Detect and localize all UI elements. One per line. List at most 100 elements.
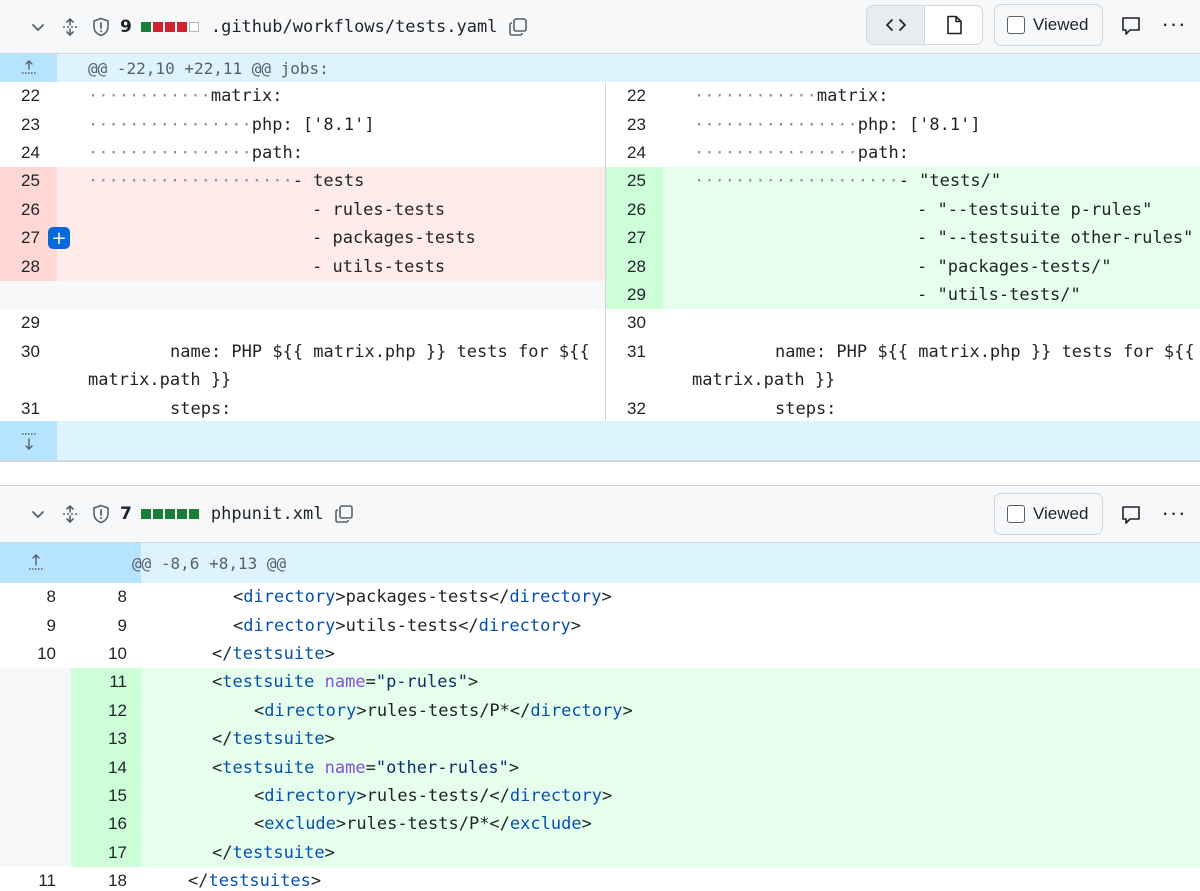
- new-line-number[interactable]: 16: [71, 810, 141, 839]
- expand-up-icon[interactable]: [0, 54, 57, 82]
- old-line-number[interactable]: [0, 810, 71, 839]
- line-number[interactable]: 27: [606, 224, 663, 253]
- copy-icon[interactable]: [333, 503, 355, 525]
- new-line-number[interactable]: 8: [71, 583, 141, 611]
- code-view-button[interactable]: [867, 6, 924, 44]
- hunk-range: @@ -8,6 +8,13 @@: [132, 553, 287, 573]
- old-line-number[interactable]: [0, 696, 71, 725]
- diff-row-context: 8 8 <directory>packages-tests</directory>: [0, 583, 1200, 611]
- viewed-button[interactable]: Viewed: [994, 493, 1103, 535]
- shield-icon: [90, 503, 112, 525]
- code-line: - "--testsuite p-rules": [663, 195, 1200, 224]
- add-comment-button[interactable]: +: [48, 227, 70, 249]
- diff-row-right: 32 steps:: [606, 394, 1200, 422]
- kebab-menu-icon[interactable]: ···: [1160, 500, 1188, 525]
- new-line-number[interactable]: 13: [71, 725, 141, 754]
- code-line: <exclude>rules-tests/P*</exclude>: [141, 810, 1200, 839]
- diff-row-right: matrix.path }}: [606, 366, 1200, 394]
- new-line-number[interactable]: 18: [71, 867, 141, 891]
- line-number[interactable]: 26: [0, 195, 57, 224]
- line-number[interactable]: 29: [0, 309, 57, 337]
- file-icon: [946, 15, 962, 35]
- old-line-number[interactable]: 9: [0, 611, 71, 639]
- old-line-number[interactable]: 10: [0, 640, 71, 668]
- old-line-number[interactable]: 11: [0, 867, 71, 891]
- file-name[interactable]: .github/workflows/tests.yaml: [211, 17, 498, 37]
- line-number[interactable]: [0, 366, 57, 394]
- new-line-number[interactable]: 14: [71, 753, 141, 782]
- old-line-number[interactable]: [0, 725, 71, 754]
- line-number[interactable]: 24: [606, 139, 663, 167]
- old-line-number[interactable]: [0, 781, 71, 811]
- file-name[interactable]: phpunit.xml: [211, 504, 324, 524]
- viewed-button[interactable]: Viewed: [994, 4, 1103, 46]
- new-line-number[interactable]: 10: [71, 640, 141, 668]
- line-number[interactable]: 30: [606, 309, 663, 337]
- code-line: - "utils-tests/": [663, 280, 1200, 310]
- chevron-down-icon[interactable]: [27, 16, 49, 38]
- kebab-menu-icon[interactable]: ···: [1160, 11, 1188, 36]
- new-line-number[interactable]: 17: [71, 838, 141, 867]
- line-number[interactable]: 28: [0, 252, 57, 281]
- viewed-checkbox[interactable]: [1007, 16, 1025, 34]
- code-icon: [885, 19, 906, 31]
- code-line: </testsuites>: [188, 871, 322, 891]
- line-number[interactable]: 23: [0, 110, 57, 138]
- diff-row-left: 26- rules-tests: [0, 195, 605, 224]
- diff-row-added: 11 <testsuite name="p-rules">: [0, 668, 1200, 697]
- diff-row-right: 26- "--testsuite p-rules": [606, 195, 1200, 224]
- code-line: <testsuite name="other-rules">: [141, 753, 1200, 782]
- expand-all-icon[interactable]: [59, 503, 81, 525]
- code-line: ················ php: ['8.1']: [694, 114, 981, 135]
- new-line-number[interactable]: 11: [71, 668, 141, 697]
- old-line-number[interactable]: [0, 838, 71, 867]
- diff-row-right: 28- "packages-tests/": [606, 252, 1200, 281]
- code-line: name: PHP ${{ matrix.php }} tests for ${…: [170, 341, 590, 362]
- new-line-number[interactable]: 15: [71, 781, 141, 811]
- line-number[interactable]: 25: [0, 167, 57, 196]
- line-number[interactable]: 30: [0, 338, 57, 366]
- old-line-number[interactable]: 8: [0, 583, 71, 611]
- viewed-checkbox[interactable]: [1007, 505, 1025, 523]
- diff-row-left: [0, 280, 605, 310]
- diffstat: [140, 509, 199, 519]
- line-number[interactable]: 31: [606, 338, 663, 366]
- code-line: ···················· - tests: [57, 167, 605, 196]
- line-number[interactable]: 26: [606, 195, 663, 224]
- old-line-number[interactable]: [0, 668, 71, 697]
- split-divider: [605, 82, 606, 423]
- line-number[interactable]: 28: [606, 252, 663, 281]
- line-number[interactable]: 29: [606, 280, 663, 310]
- file-view-button[interactable]: [924, 6, 982, 44]
- line-number[interactable]: 25: [606, 167, 663, 196]
- expand-up-icon[interactable]: [0, 543, 71, 583]
- line-number[interactable]: [606, 366, 663, 394]
- new-line-number[interactable]: 9: [71, 611, 141, 639]
- copy-icon[interactable]: [507, 16, 529, 38]
- old-line-number[interactable]: [0, 753, 71, 782]
- line-number[interactable]: 22: [606, 82, 663, 110]
- comment-icon[interactable]: [1119, 503, 1143, 527]
- diff-row-left: matrix.path }}: [0, 366, 605, 394]
- chevron-down-icon[interactable]: [27, 503, 49, 525]
- line-number[interactable]: 31: [0, 394, 57, 422]
- line-number[interactable]: 22: [0, 82, 57, 110]
- diff-row-left: 29: [0, 309, 605, 337]
- code-line: name: PHP ${{ matrix.php }} tests for ${…: [775, 341, 1195, 362]
- comment-icon[interactable]: [1119, 14, 1143, 38]
- code-line: - "--testsuite other-rules": [663, 224, 1200, 253]
- expand-down-icon[interactable]: [0, 421, 57, 460]
- file-header-phpunit-xml: 7 phpunit.xml Viewed ···: [0, 485, 1200, 543]
- diff-row-right: 30: [606, 309, 1200, 337]
- diff-row-left: 23 ················ php: ['8.1']: [0, 110, 605, 138]
- expand-all-icon[interactable]: [59, 16, 81, 38]
- line-number[interactable]: 32: [606, 394, 663, 422]
- viewed-label: Viewed: [1033, 15, 1089, 34]
- line-number[interactable]: 24: [0, 139, 57, 167]
- code-line: ················ path:: [88, 142, 303, 163]
- code-line: - rules-tests: [57, 195, 605, 224]
- new-line-number[interactable]: 12: [71, 696, 141, 725]
- diff-row-context: 9 9 <directory>utils-tests</directory>: [0, 611, 1200, 639]
- code-line: steps:: [775, 398, 837, 419]
- line-number[interactable]: 23: [606, 110, 663, 138]
